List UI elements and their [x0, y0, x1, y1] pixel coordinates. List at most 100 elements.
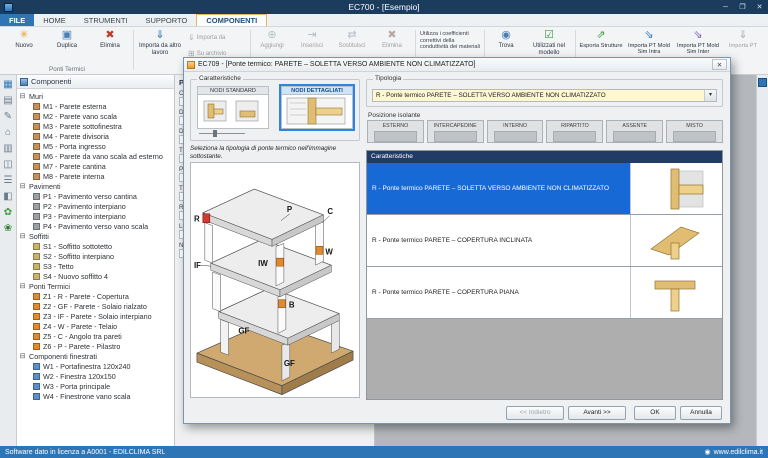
menu-icon[interactable]: ☰: [2, 174, 15, 187]
tree-item[interactable]: Z4 - W - Parete - Telaio: [19, 321, 174, 331]
tree-item[interactable]: S3 - Tetto: [19, 261, 174, 271]
sostituisci-button[interactable]: ⇄ Sostituisci: [333, 29, 371, 50]
tipologia-combobox[interactable]: R - Ponte termico PARETE – SOLETTA VERSO…: [372, 89, 717, 102]
label-GF: GF: [238, 326, 249, 335]
grid-icon[interactable]: ▦: [2, 78, 15, 91]
building-diagram[interactable]: R P C W IW IF B GF GF: [190, 162, 360, 398]
dialog-close-button[interactable]: ✕: [712, 59, 727, 70]
tree-item[interactable]: M3 - Parete sottofinestra: [19, 121, 174, 131]
importa-da-altro-lavoro-button[interactable]: ⇓ Importa da altro lavoro: [136, 29, 184, 56]
inserisci-button[interactable]: ⇥ Inserisci: [293, 29, 331, 50]
tab-componenti[interactable]: COMPONENTI: [196, 14, 267, 26]
tree-item[interactable]: Z1 - R - Parete - Copertura: [19, 291, 174, 301]
tree-item[interactable]: S2 - Soffitto interpiano: [19, 251, 174, 261]
tree-section-soffitti[interactable]: ⊟Soffitti: [19, 231, 174, 241]
tree-item[interactable]: P4 - Pavimento verso vano scala: [19, 221, 174, 231]
collapse-icon[interactable]: ⊟: [19, 282, 26, 290]
floor-icon: [33, 213, 40, 220]
flower-icon[interactable]: ❀: [2, 222, 15, 235]
ribbon-group-ponti-termici: ✳ Nuovo ▣ Duplica ✖ Elimina Ponti Termic…: [2, 27, 132, 74]
wall-icon: [33, 113, 40, 120]
tree-item[interactable]: Z5 - C - Angolo tra pareti: [19, 331, 174, 341]
posizione-esterno-button[interactable]: ESTERNO: [367, 120, 424, 143]
chevron-down-icon[interactable]: ▾: [704, 90, 716, 101]
tab-strumenti[interactable]: STRUMENTI: [75, 14, 137, 26]
posizione-intercapedine-button[interactable]: INTERCAPEDINE: [427, 120, 484, 143]
tree-item[interactable]: M7 - Parete cantina: [19, 161, 174, 171]
close-button[interactable]: ✕: [751, 0, 768, 14]
tab-file[interactable]: FILE: [0, 14, 34, 26]
home-icon[interactable]: ⌂: [2, 126, 15, 139]
esporta-strutture-button[interactable]: ⇗ Esporta Strutture: [578, 29, 624, 49]
tree-section-ponti-termici[interactable]: ⊟Ponti Termici: [19, 281, 174, 291]
tree-item[interactable]: M1 - Parete esterna: [19, 101, 174, 111]
tree-body: ⊟Muri M1 - Parete esterna M2 - Parete va…: [17, 89, 174, 401]
maximize-button[interactable]: ❐: [734, 0, 751, 14]
coefficienti-toggle[interactable]: Utilizza i coefficienti correttivi della…: [420, 31, 480, 51]
tree-section-componenti-finestrati[interactable]: ⊟Componenti finestrati: [19, 351, 174, 361]
elimina-button[interactable]: ✖ Elimina: [90, 29, 130, 50]
tree-item[interactable]: W1 - Portafinestra 120x240: [19, 361, 174, 371]
nodi-standard-option[interactable]: NODI STANDARD: [197, 86, 269, 129]
website-link[interactable]: www.edilclima.it: [714, 449, 763, 456]
layers-icon[interactable]: ▤: [2, 94, 15, 107]
tree-item[interactable]: S4 - Nuovo soffitto 4: [19, 271, 174, 281]
tree-item[interactable]: P1 - Pavimento verso cantina: [19, 191, 174, 201]
elimina2-button[interactable]: ✖ Elimina: [373, 29, 411, 50]
posizione-ripartito-button[interactable]: RIPARTITO: [546, 120, 603, 143]
slider-handle[interactable]: [213, 130, 217, 137]
avanti-button[interactable]: Avanti >>: [568, 406, 626, 420]
help-panel-icon[interactable]: [758, 78, 767, 87]
posizione-misto-button[interactable]: MISTO: [666, 120, 723, 143]
list-row[interactable]: R - Ponte termico PARETE – COPERTURA INC…: [367, 215, 722, 267]
tree-item[interactable]: Z6 - P - Parete - Pilastro: [19, 341, 174, 351]
duplica-button[interactable]: ▣ Duplica: [47, 29, 87, 50]
tab-supporto[interactable]: SUPPORTO: [137, 14, 197, 26]
panel-icon[interactable]: ◧: [2, 190, 15, 203]
tree-item[interactable]: M4 - Parete divisoria: [19, 131, 174, 141]
label-B: B: [289, 301, 295, 310]
indietro-button[interactable]: << Indietro: [506, 406, 564, 420]
utilizzati-button[interactable]: ☑ Utilizzati nel modello: [527, 29, 571, 56]
tree-item[interactable]: Z3 - IF - Parete - Solaio interpiano: [19, 311, 174, 321]
posizione-assente-button[interactable]: ASSENTE: [606, 120, 663, 143]
list-row[interactable]: R - Ponte termico PARETE – SOLETTA VERSO…: [367, 163, 722, 215]
tree-item[interactable]: M6 - Parete da vano scala ad esterno: [19, 151, 174, 161]
importa-da-button[interactable]: ⇓ Importa da: [188, 33, 246, 42]
tree-item[interactable]: P2 - Pavimento interpiano: [19, 201, 174, 211]
collapse-icon[interactable]: ⊟: [19, 92, 26, 100]
tab-home[interactable]: HOME: [34, 14, 75, 26]
tree-item[interactable]: P3 - Pavimento interpiano: [19, 211, 174, 221]
nodi-dettagliati-option[interactable]: NODI DETTAGLIATI: [281, 86, 353, 129]
tree-item[interactable]: M2 - Parete vano scala: [19, 111, 174, 121]
nuovo-button[interactable]: ✳ Nuovo: [4, 29, 44, 50]
tree-item[interactable]: S1 - Soffitto sottotetto: [19, 241, 174, 251]
aggiungi-button[interactable]: ⊕ Aggiungi: [253, 29, 291, 50]
importa-pt-button[interactable]: ⇓ Importa PT: [723, 29, 763, 49]
annulla-button[interactable]: Annulla: [680, 406, 722, 420]
collapse-icon[interactable]: ⊟: [19, 232, 26, 240]
posizione-interno-button[interactable]: INTERNO: [487, 120, 544, 143]
minimize-button[interactable]: ─: [717, 0, 734, 14]
collapse-icon[interactable]: ⊟: [19, 182, 26, 190]
tree-item[interactable]: M8 - Parete interna: [19, 171, 174, 181]
tree-item[interactable]: W3 - Porta principale: [19, 381, 174, 391]
collapse-icon[interactable]: ⊟: [19, 352, 26, 360]
tree-item[interactable]: M5 - Porta ingresso: [19, 141, 174, 151]
importa-pt-inter-button[interactable]: ⇘ Importa PT Mold Sim Inter: [674, 29, 722, 56]
tree-section-pavimenti[interactable]: ⊟Pavimenti: [19, 181, 174, 191]
leaf-icon[interactable]: ✿: [2, 206, 15, 219]
tree-section-muri[interactable]: ⊟Muri: [19, 91, 174, 101]
tree-item[interactable]: W2 - Finestra 120x150: [19, 371, 174, 381]
ok-button[interactable]: OK: [634, 406, 676, 420]
tree-item[interactable]: W4 - Finestrone vano scala: [19, 391, 174, 401]
columns-icon[interactable]: ◫: [2, 158, 15, 171]
zoom-slider[interactable]: [199, 129, 245, 137]
pencil-icon[interactable]: ✎: [2, 110, 15, 123]
tree-item[interactable]: Z2 - GF - Parete - Solaio rialzato: [19, 301, 174, 311]
trova-button[interactable]: ◉ Trova: [487, 29, 525, 50]
table-icon[interactable]: ▥: [2, 142, 15, 155]
importa-pt-intra-button[interactable]: ⇘ Importa PT Mold Sim Intra: [625, 29, 673, 56]
application-window: EC700 - [Esempio] ─ ❐ ✕ FILE HOME STRUME…: [0, 0, 768, 458]
list-row[interactable]: R - Ponte termico PARETE – COPERTURA PIA…: [367, 267, 722, 319]
